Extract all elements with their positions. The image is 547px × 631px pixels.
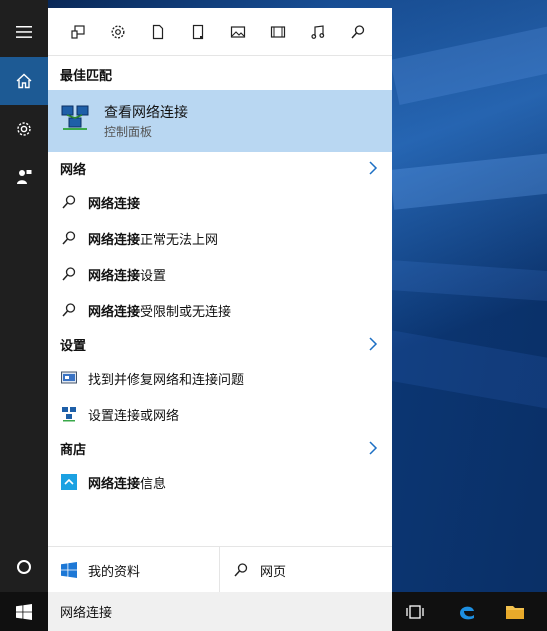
gear-icon — [17, 122, 31, 136]
documents-filter-icon — [152, 24, 164, 39]
settings-result-troubleshoot[interactable]: 找到并修复网络和连接问题 — [48, 360, 392, 396]
search-scope-bar: 我的资料 网页 — [48, 546, 392, 593]
task-view-button[interactable] — [404, 601, 426, 623]
filter-folders[interactable] — [178, 12, 218, 52]
web-suggestion-row[interactable]: 网络连接受限制或无连接 — [48, 292, 392, 328]
file-explorer-button[interactable] — [504, 601, 526, 623]
web-suggestion-row[interactable]: 网络连接设置 — [48, 256, 392, 292]
best-match-subtitle: 控制面板 — [104, 125, 153, 139]
feedback-icon — [17, 170, 32, 184]
my-stuff-button[interactable]: 我的资料 — [48, 547, 220, 593]
store-group-header[interactable]: 商店 — [48, 433, 392, 463]
store-app-icon — [60, 473, 78, 491]
search-icon — [232, 561, 250, 579]
best-match-header: 最佳匹配 — [60, 68, 113, 84]
start-button[interactable] — [0, 592, 48, 631]
menu-button[interactable] — [0, 8, 48, 56]
videos-filter-icon — [270, 25, 286, 38]
start-menu-rail — [0, 0, 48, 592]
home-button[interactable] — [0, 57, 48, 105]
store-result-row[interactable]: 网络连接信息 — [48, 464, 392, 500]
chevron-right-icon — [368, 161, 378, 175]
edge-browser-icon — [460, 606, 474, 620]
search-icon — [60, 229, 78, 247]
windows-logo-icon — [16, 603, 32, 620]
network-connections-icon — [61, 105, 89, 130]
cortana-circle-icon — [17, 560, 31, 574]
windows-logo-icon — [60, 561, 78, 579]
music-filter-icon — [311, 24, 325, 39]
photos-filter-icon — [230, 25, 246, 38]
best-match-result[interactable]: 查看网络连接 控制面板 — [48, 90, 392, 152]
filter-apps[interactable] — [58, 12, 98, 52]
search-icon — [60, 301, 78, 319]
settings-group-header[interactable]: 设置 — [48, 329, 392, 359]
search-icon — [60, 265, 78, 283]
filter-photos[interactable] — [218, 12, 258, 52]
chevron-right-icon — [368, 441, 378, 455]
filter-documents[interactable] — [138, 12, 178, 52]
taskbar-search-box[interactable]: 网络连接 — [48, 592, 392, 631]
task-view-icon — [406, 605, 424, 619]
search-filter-bar — [48, 8, 392, 56]
search-results-panel: 最佳匹配 查看网络连接 控制面板 网络 网络连接 网络连接正常无法上网 网络连接… — [48, 8, 392, 593]
apps-filter-icon — [71, 24, 85, 39]
wallpaper-light-beam — [387, 260, 547, 306]
hamburger-icon — [16, 26, 32, 38]
settings-button[interactable] — [0, 105, 48, 153]
network-setup-icon — [60, 405, 78, 423]
filter-music[interactable] — [298, 12, 338, 52]
best-match-title: 查看网络连接 — [104, 105, 188, 121]
settings-result-setup-connection[interactable]: 设置连接或网络 — [48, 396, 392, 432]
wallpaper-light-beam — [381, 330, 547, 418]
wallpaper-light-beam — [390, 147, 547, 210]
edge-browser-button[interactable] — [456, 601, 478, 623]
web-suggestion-row[interactable]: 网络连接正常无法上网 — [48, 220, 392, 256]
troubleshoot-network-icon — [60, 369, 78, 387]
web-suggestion-row[interactable]: 网络连接 — [48, 184, 392, 220]
feedback-button[interactable] — [0, 153, 48, 201]
filter-settings[interactable] — [98, 12, 138, 52]
settings-filter-icon — [111, 24, 125, 39]
wallpaper-light-beam — [390, 14, 547, 105]
network-group-header[interactable]: 网络 — [48, 153, 392, 183]
filter-web[interactable] — [338, 12, 378, 52]
search-icon — [60, 193, 78, 211]
web-filter-icon — [351, 24, 365, 39]
search-query-text: 网络连接 — [60, 606, 113, 621]
web-search-button[interactable]: 网页 — [220, 547, 392, 593]
folders-filter-icon — [192, 24, 204, 39]
cortana-button[interactable] — [0, 543, 48, 591]
filter-videos[interactable] — [258, 12, 298, 52]
home-icon — [16, 73, 32, 89]
chevron-right-icon — [368, 337, 378, 351]
taskbar: 网络连接 — [0, 592, 547, 631]
folder-icon — [506, 606, 524, 619]
